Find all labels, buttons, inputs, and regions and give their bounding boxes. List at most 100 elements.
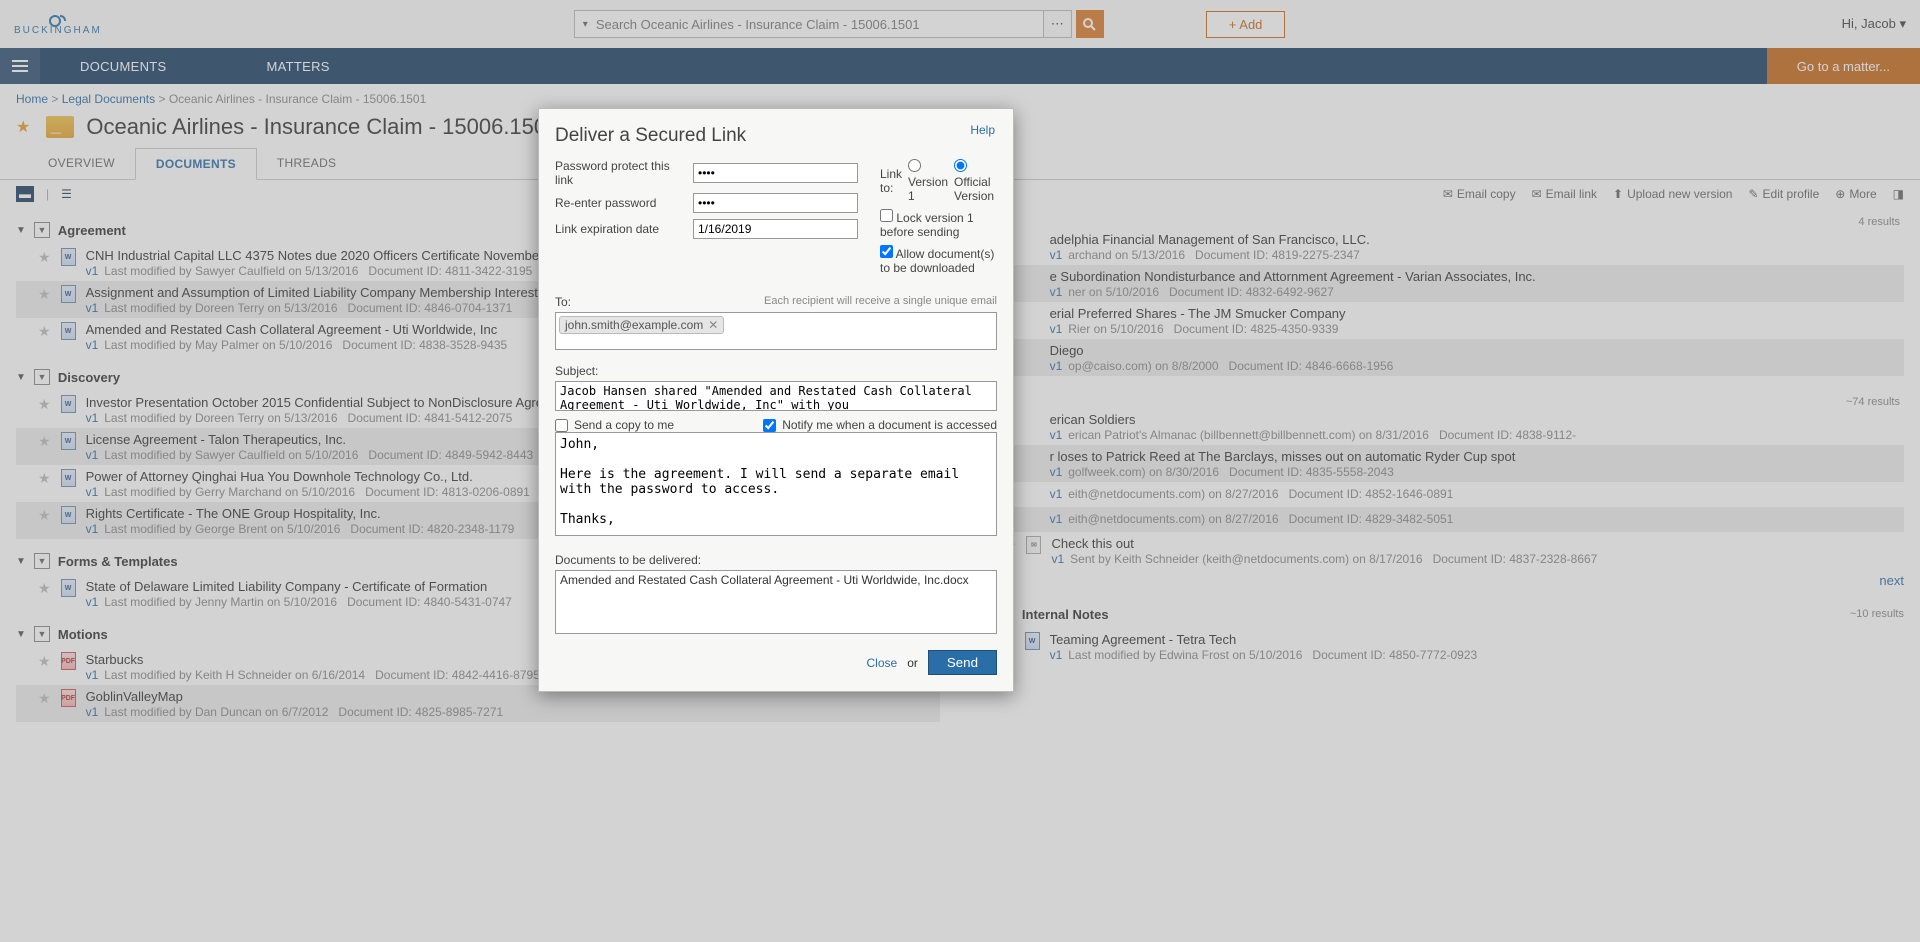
crumb-legal[interactable]: Legal Documents (62, 92, 155, 106)
message-body-input[interactable] (555, 432, 997, 536)
document-meta: Rier on 5/10/2016 (1068, 322, 1163, 336)
star-icon[interactable]: ★ (38, 249, 51, 266)
subject-input[interactable] (555, 381, 997, 411)
document-row[interactable]: ★WTeaming Agreement - Tetra Techv1Last m… (980, 628, 1904, 665)
document-row[interactable]: ▼★✉Check this outv1Sent by Keith Schneid… (980, 532, 1904, 569)
brand-logo[interactable]: BUCKINGHAM (14, 13, 102, 36)
tab-overview[interactable]: OVERVIEW (28, 148, 135, 179)
search-scope-dropdown[interactable]: ▾ Search Oceanic Airlines - Insurance Cl… (574, 10, 1044, 38)
version-link[interactable]: v1 (86, 411, 99, 425)
version-link[interactable]: v1 (1050, 248, 1063, 262)
allow-download-checkbox[interactable]: Allow document(s) to be downloaded (880, 245, 997, 275)
tab-documents[interactable]: DOCUMENTS (135, 148, 257, 180)
document-row[interactable]: ★v1eith@netdocuments.com) on 8/27/2016 D… (980, 482, 1904, 507)
filter-icon[interactable]: ▼ (34, 369, 50, 385)
version-link[interactable]: v1 (86, 595, 99, 609)
star-icon[interactable]: ★ (38, 433, 51, 450)
next-link[interactable]: next (980, 569, 1904, 592)
word-icon: W (61, 469, 76, 487)
document-title[interactable]: erican Soldiers (1050, 412, 1904, 427)
send-button[interactable]: Send (928, 650, 997, 675)
document-title[interactable]: erial Preferred Shares - The JM Smucker … (1050, 306, 1904, 321)
version-link[interactable]: v1 (86, 522, 99, 536)
version-link[interactable]: v1 (86, 668, 99, 682)
version-link[interactable]: v1 (1050, 322, 1063, 336)
remove-chip-icon[interactable]: ✕ (708, 318, 718, 332)
version-link[interactable]: v1 (86, 301, 99, 315)
document-row[interactable]: ★v1eith@netdocuments.com) on 8/27/2016 D… (980, 507, 1904, 532)
send-copy-checkbox[interactable]: Send a copy to me (555, 418, 674, 432)
reenter-password-input[interactable] (693, 193, 858, 213)
version-link[interactable]: v1 (1050, 359, 1063, 373)
password-input[interactable] (693, 163, 858, 183)
email-link-button[interactable]: ✉ Email link (1532, 187, 1597, 201)
view-compact-icon[interactable]: ▬ (16, 186, 34, 202)
star-icon[interactable]: ★ (38, 286, 51, 303)
close-button[interactable]: Close (867, 656, 898, 670)
add-button[interactable]: + Add (1206, 11, 1286, 38)
more-button[interactable]: ⊕ More (1835, 187, 1876, 201)
section-title: Internal Notes (1022, 607, 1109, 622)
notify-access-checkbox[interactable]: Notify me when a document is accessed (763, 418, 997, 432)
document-row[interactable]: ★erican Soldiersv1erican Patriot's Alman… (980, 408, 1904, 445)
star-icon[interactable]: ★ (38, 470, 51, 487)
tab-threads[interactable]: THREADS (257, 148, 356, 179)
version-link[interactable]: v1 (1050, 487, 1063, 501)
official-radio[interactable]: Official Version (954, 159, 997, 203)
crumb-home[interactable]: Home (16, 92, 48, 106)
nav-documents[interactable]: DOCUMENTS (80, 59, 166, 74)
document-id: Document ID: 4813-0206-0891 (365, 485, 530, 499)
recipients-input[interactable]: john.smith@example.com✕ (555, 312, 997, 350)
favorite-star-icon[interactable]: ★ (16, 117, 30, 137)
document-row[interactable]: ★erial Preferred Shares - The JM Smucker… (980, 302, 1904, 339)
panel-toggle-icon[interactable]: ◨ (1893, 187, 1904, 201)
view-list-icon[interactable]: ☰ (61, 187, 72, 201)
filter-icon[interactable]: ▼ (34, 553, 50, 569)
upload-version-button[interactable]: ⬆ Upload new version (1613, 187, 1732, 201)
filter-icon[interactable]: ▼ (34, 222, 50, 238)
document-title[interactable]: Teaming Agreement - Tetra Tech (1050, 632, 1904, 647)
chevron-down-icon: ▼ (16, 225, 26, 236)
version-link[interactable]: v1 (1050, 285, 1063, 299)
document-row[interactable]: ★Diegov1op@caiso.com) on 8/8/2000 Docume… (980, 339, 1904, 376)
version-link[interactable]: v1 (86, 485, 99, 499)
version1-radio[interactable]: Version 1 (908, 159, 948, 203)
document-row[interactable]: ★e Subordination Nondisturbance and Atto… (980, 265, 1904, 302)
version-link[interactable]: v1 (1050, 512, 1063, 526)
filter-icon[interactable]: ▼ (34, 626, 50, 642)
document-title[interactable]: r loses to Patrick Reed at The Barclays,… (1050, 449, 1904, 464)
document-meta: Last modified by Dan Duncan on 6/7/2012 (104, 705, 328, 719)
document-title[interactable]: e Subordination Nondisturbance and Attor… (1050, 269, 1904, 284)
star-icon[interactable]: ★ (38, 653, 51, 670)
version-link[interactable]: v1 (86, 264, 99, 278)
star-icon[interactable]: ★ (38, 396, 51, 413)
document-row[interactable]: ★adelphia Financial Management of San Fr… (980, 228, 1904, 265)
version-link[interactable]: v1 (1050, 465, 1063, 479)
documents-list[interactable]: Amended and Restated Cash Collateral Agr… (555, 570, 997, 634)
star-icon[interactable]: ★ (38, 580, 51, 597)
version-link[interactable]: v1 (86, 448, 99, 462)
expiration-input[interactable] (693, 219, 858, 239)
document-title[interactable]: Diego (1050, 343, 1904, 358)
user-menu[interactable]: Hi, Jacob ▾ (1842, 16, 1906, 32)
hamburger-icon (12, 60, 28, 72)
search-button[interactable] (1076, 10, 1104, 38)
edit-profile-button[interactable]: ✎ Edit profile (1748, 187, 1819, 201)
document-title[interactable]: adelphia Financial Management of San Fra… (1050, 232, 1904, 247)
star-icon[interactable]: ★ (38, 507, 51, 524)
star-icon[interactable]: ★ (38, 690, 51, 707)
hamburger-menu[interactable] (0, 48, 40, 84)
document-row[interactable]: ★r loses to Patrick Reed at The Barclays… (980, 445, 1904, 482)
go-to-matter-button[interactable]: Go to a matter... (1767, 48, 1920, 84)
version-link[interactable]: v1 (1050, 648, 1063, 662)
version-link[interactable]: v1 (1050, 428, 1063, 442)
email-copy-button[interactable]: ✉ Email copy (1443, 187, 1516, 201)
dialog-help-link[interactable]: Help (970, 123, 995, 137)
star-icon[interactable]: ★ (38, 323, 51, 340)
lock-checkbox[interactable]: Lock version 1 before sending (880, 209, 997, 239)
version-link[interactable]: v1 (86, 338, 99, 352)
version-link[interactable]: v1 (86, 705, 99, 719)
search-more-icon[interactable]: ⋯ (1044, 10, 1072, 38)
section-header[interactable]: ▼▼Internal Notes~10 results (980, 606, 1904, 622)
nav-matters[interactable]: MATTERS (266, 59, 329, 74)
